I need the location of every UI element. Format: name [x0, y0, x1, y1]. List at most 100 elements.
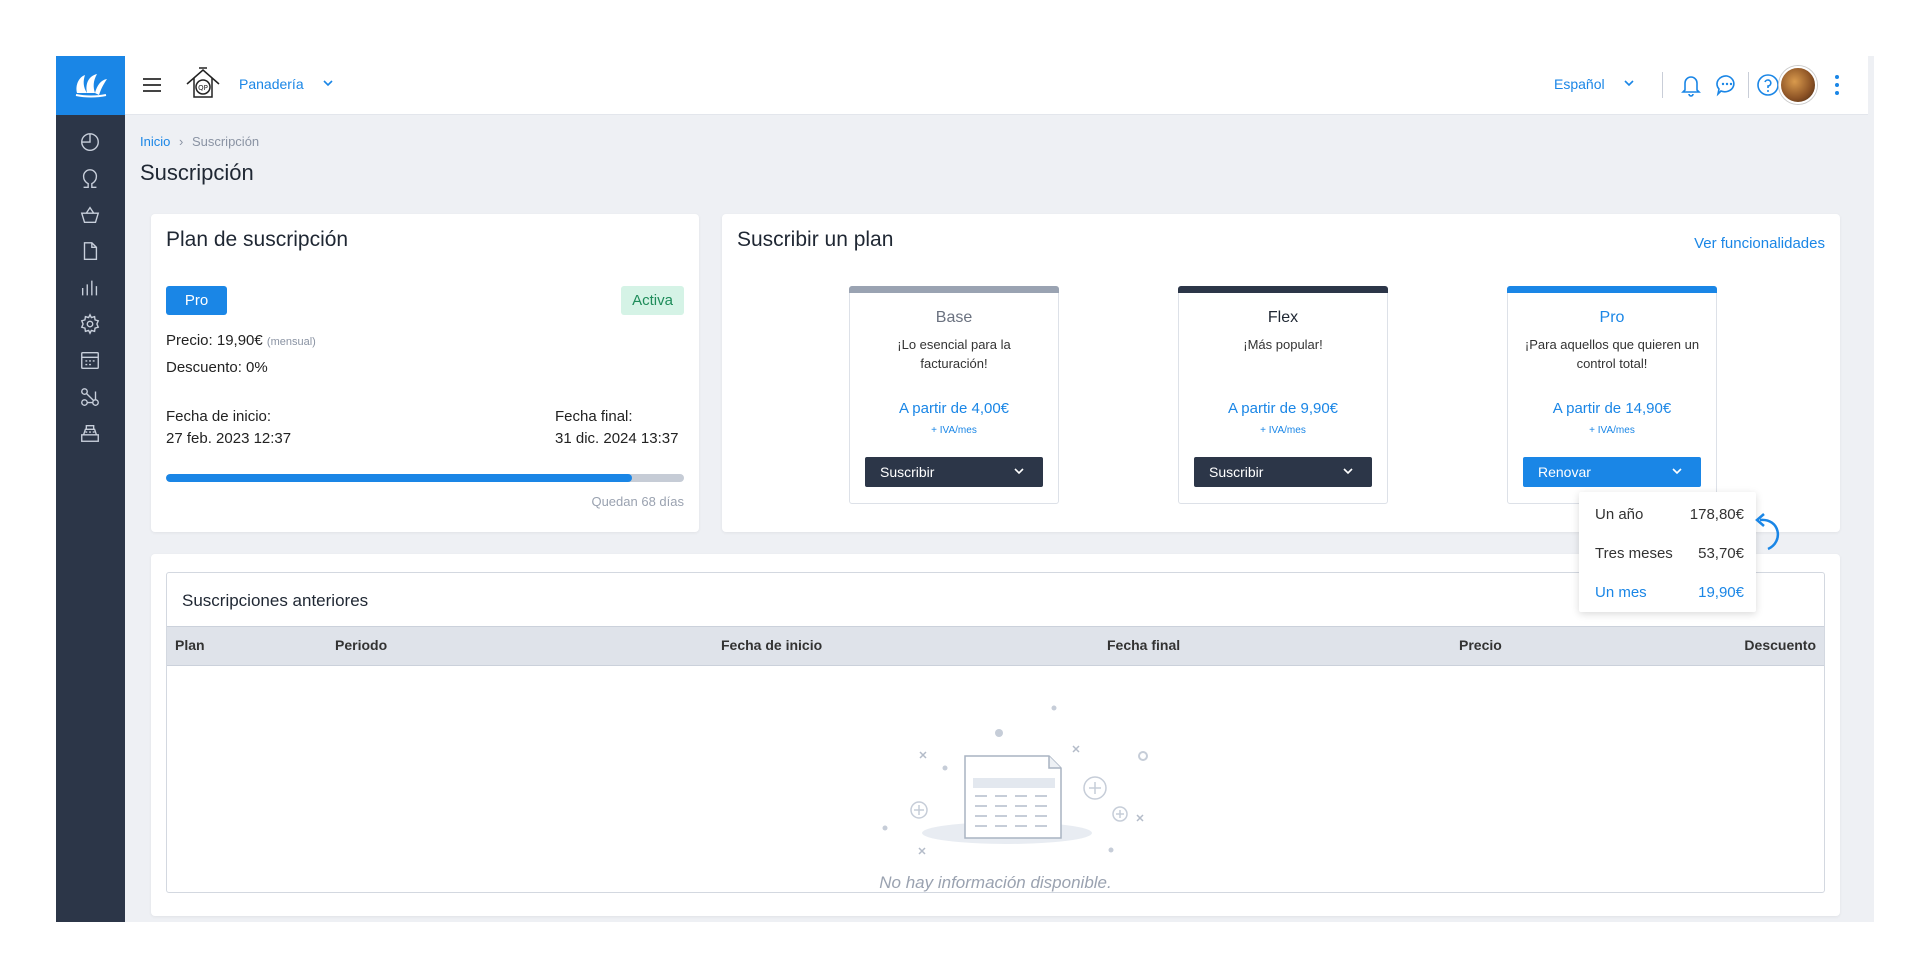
end-date-label: Fecha final: [555, 408, 633, 425]
company-name[interactable]: Panadería [239, 76, 304, 92]
plan-tax: + IVA/mes [1589, 425, 1635, 436]
table-header: Plan Periodo Fecha de inicio Fecha final… [167, 626, 1824, 666]
settings-gear-icon[interactable] [78, 312, 102, 336]
divider [1748, 72, 1749, 98]
plan-tax: + IVA/mes [1260, 425, 1306, 436]
renew-option-year[interactable]: Un año 178,80€ [1595, 506, 1744, 526]
card-title: Plan de suscripción [166, 228, 349, 251]
start-date-label: Fecha de inicio: [166, 408, 272, 425]
card-title: Suscribir un plan [737, 228, 894, 251]
subscribe-plan-card: Suscribir un plan Ver funcionalidades Ba… [722, 214, 1840, 532]
plan-name: Base [935, 309, 973, 326]
bell-icon[interactable] [1678, 72, 1704, 98]
cash-register-icon[interactable] [78, 421, 102, 445]
price-label: Precio: 19,90€ [166, 332, 263, 349]
option-price: 19,90€ [1698, 584, 1744, 601]
svg-text:QP: QP [198, 84, 208, 92]
plan-price: A partir de 9,90€ [1227, 400, 1339, 417]
renew-pro-button[interactable]: Renovar [1523, 457, 1701, 487]
chevron-down-icon [1343, 468, 1353, 475]
end-date-value: 31 dic. 2024 13:37 [555, 430, 679, 447]
chevron-down-icon[interactable] [322, 78, 334, 88]
option-label: Un mes [1595, 584, 1647, 601]
renew-option-three-months[interactable]: Tres meses 53,70€ [1595, 545, 1744, 565]
sidebar [56, 56, 125, 922]
plan-badge: Pro [166, 286, 227, 315]
plan-price: A partir de 4,00€ [898, 400, 1010, 417]
chevron-down-icon [1014, 468, 1024, 475]
user-avatar[interactable] [1779, 66, 1817, 104]
plan-color-bar [1178, 286, 1388, 293]
table-title: Suscripciones anteriores [182, 591, 369, 610]
option-price: 178,80€ [1689, 506, 1744, 523]
progress-fill [166, 474, 633, 482]
plan-color-bar [849, 286, 1059, 293]
plan-tagline: ¡Lo esencial para la facturación! [897, 337, 1011, 371]
subscribe-base-button[interactable]: Suscribir [865, 457, 1043, 487]
breadcrumb-current: Suscripción [191, 134, 260, 149]
app-window: QP Panadería Español Inicio › Suscripció… [56, 56, 1874, 922]
plan-price: A partir de 14,90€ [1552, 400, 1672, 417]
button-label: Suscribir [1209, 464, 1264, 480]
plan-card-pro: Pro ¡Para aquellos que quieren un contro… [1507, 286, 1717, 504]
button-label: Suscribir [880, 464, 935, 480]
subscription-progress [166, 474, 684, 482]
column-header[interactable]: Fecha de inicio [721, 637, 822, 653]
leaf-logo-icon [75, 73, 107, 97]
start-date-value: 27 feb. 2023 12:37 [166, 430, 292, 447]
renew-option-month[interactable]: Un mes 19,90€ [1595, 584, 1744, 604]
plan-card-base: Base ¡Lo esencial para la facturación! A… [849, 286, 1059, 504]
column-header[interactable]: Periodo [335, 637, 387, 653]
renew-options-dropdown: Un año 178,80€ Tres meses 53,70€ Un mes … [1579, 492, 1756, 612]
plan-name: Pro [1599, 309, 1625, 326]
discount-label: Descuento: 0% [166, 359, 268, 376]
chevron-down-icon[interactable] [1623, 78, 1635, 88]
breadcrumb-home[interactable]: Inicio [140, 134, 170, 149]
customers-icon[interactable] [78, 167, 102, 191]
language-select[interactable]: Español [1554, 76, 1605, 92]
subscribe-flex-button[interactable]: Suscribir [1194, 457, 1372, 487]
breadcrumb-separator: › [178, 134, 184, 149]
option-label: Tres meses [1595, 545, 1673, 562]
plan-tagline: ¡Para aquellos que quieren un control to… [1524, 337, 1700, 371]
page-title: Suscripción [140, 160, 254, 185]
column-header[interactable]: Plan [175, 637, 205, 653]
integrations-icon[interactable] [78, 385, 102, 409]
column-header[interactable]: Precio [1459, 637, 1502, 653]
chat-icon[interactable] [1714, 72, 1740, 98]
app-logo[interactable] [56, 56, 125, 115]
current-plan-card: Plan de suscripción Pro Activa Precio: 1… [151, 214, 699, 532]
empty-table-illustration-icon [882, 705, 1148, 855]
button-label: Renovar [1538, 464, 1591, 480]
basket-icon[interactable] [78, 203, 102, 227]
price-period: (mensual) [266, 336, 316, 348]
column-header[interactable]: Fecha final [1107, 637, 1180, 653]
price-line: Precio: 19,90€ (mensual) [166, 332, 316, 349]
reports-icon[interactable] [78, 276, 102, 300]
plan-card-flex: Flex ¡Más popular! A partir de 9,90€ + I… [1178, 286, 1388, 504]
status-badge: Activa [621, 286, 684, 315]
dashboard-icon[interactable] [78, 130, 102, 154]
menu-icon[interactable] [141, 75, 163, 95]
option-label: Un año [1595, 506, 1644, 523]
curved-arrow-icon [1755, 513, 1780, 551]
plan-tagline: ¡Más popular! [1243, 337, 1323, 352]
topbar: QP Panadería Español [125, 56, 1868, 115]
breadcrumb: Inicio › Suscripción [140, 134, 259, 149]
plan-tax: + IVA/mes [931, 425, 977, 436]
column-header[interactable]: Descuento [1744, 637, 1816, 653]
option-price: 53,70€ [1698, 545, 1744, 562]
calendar-icon[interactable] [78, 348, 102, 372]
plan-name: Flex [1267, 309, 1299, 326]
remaining-days: Quedan 68 días [591, 494, 684, 509]
previous-subscriptions-table: Suscripciones anteriores Plan Periodo Fe… [166, 572, 1825, 893]
chevron-down-icon [1672, 468, 1682, 475]
help-icon[interactable] [1755, 72, 1781, 98]
view-features-link[interactable]: Ver funcionalidades [1694, 235, 1825, 252]
more-options-icon[interactable] [1834, 73, 1840, 97]
plan-color-bar [1507, 286, 1717, 293]
divider [1662, 72, 1663, 98]
document-icon[interactable] [78, 239, 102, 263]
empty-state-message: No hay información disponible. [879, 873, 1112, 892]
company-logo-icon[interactable]: QP [183, 64, 223, 104]
